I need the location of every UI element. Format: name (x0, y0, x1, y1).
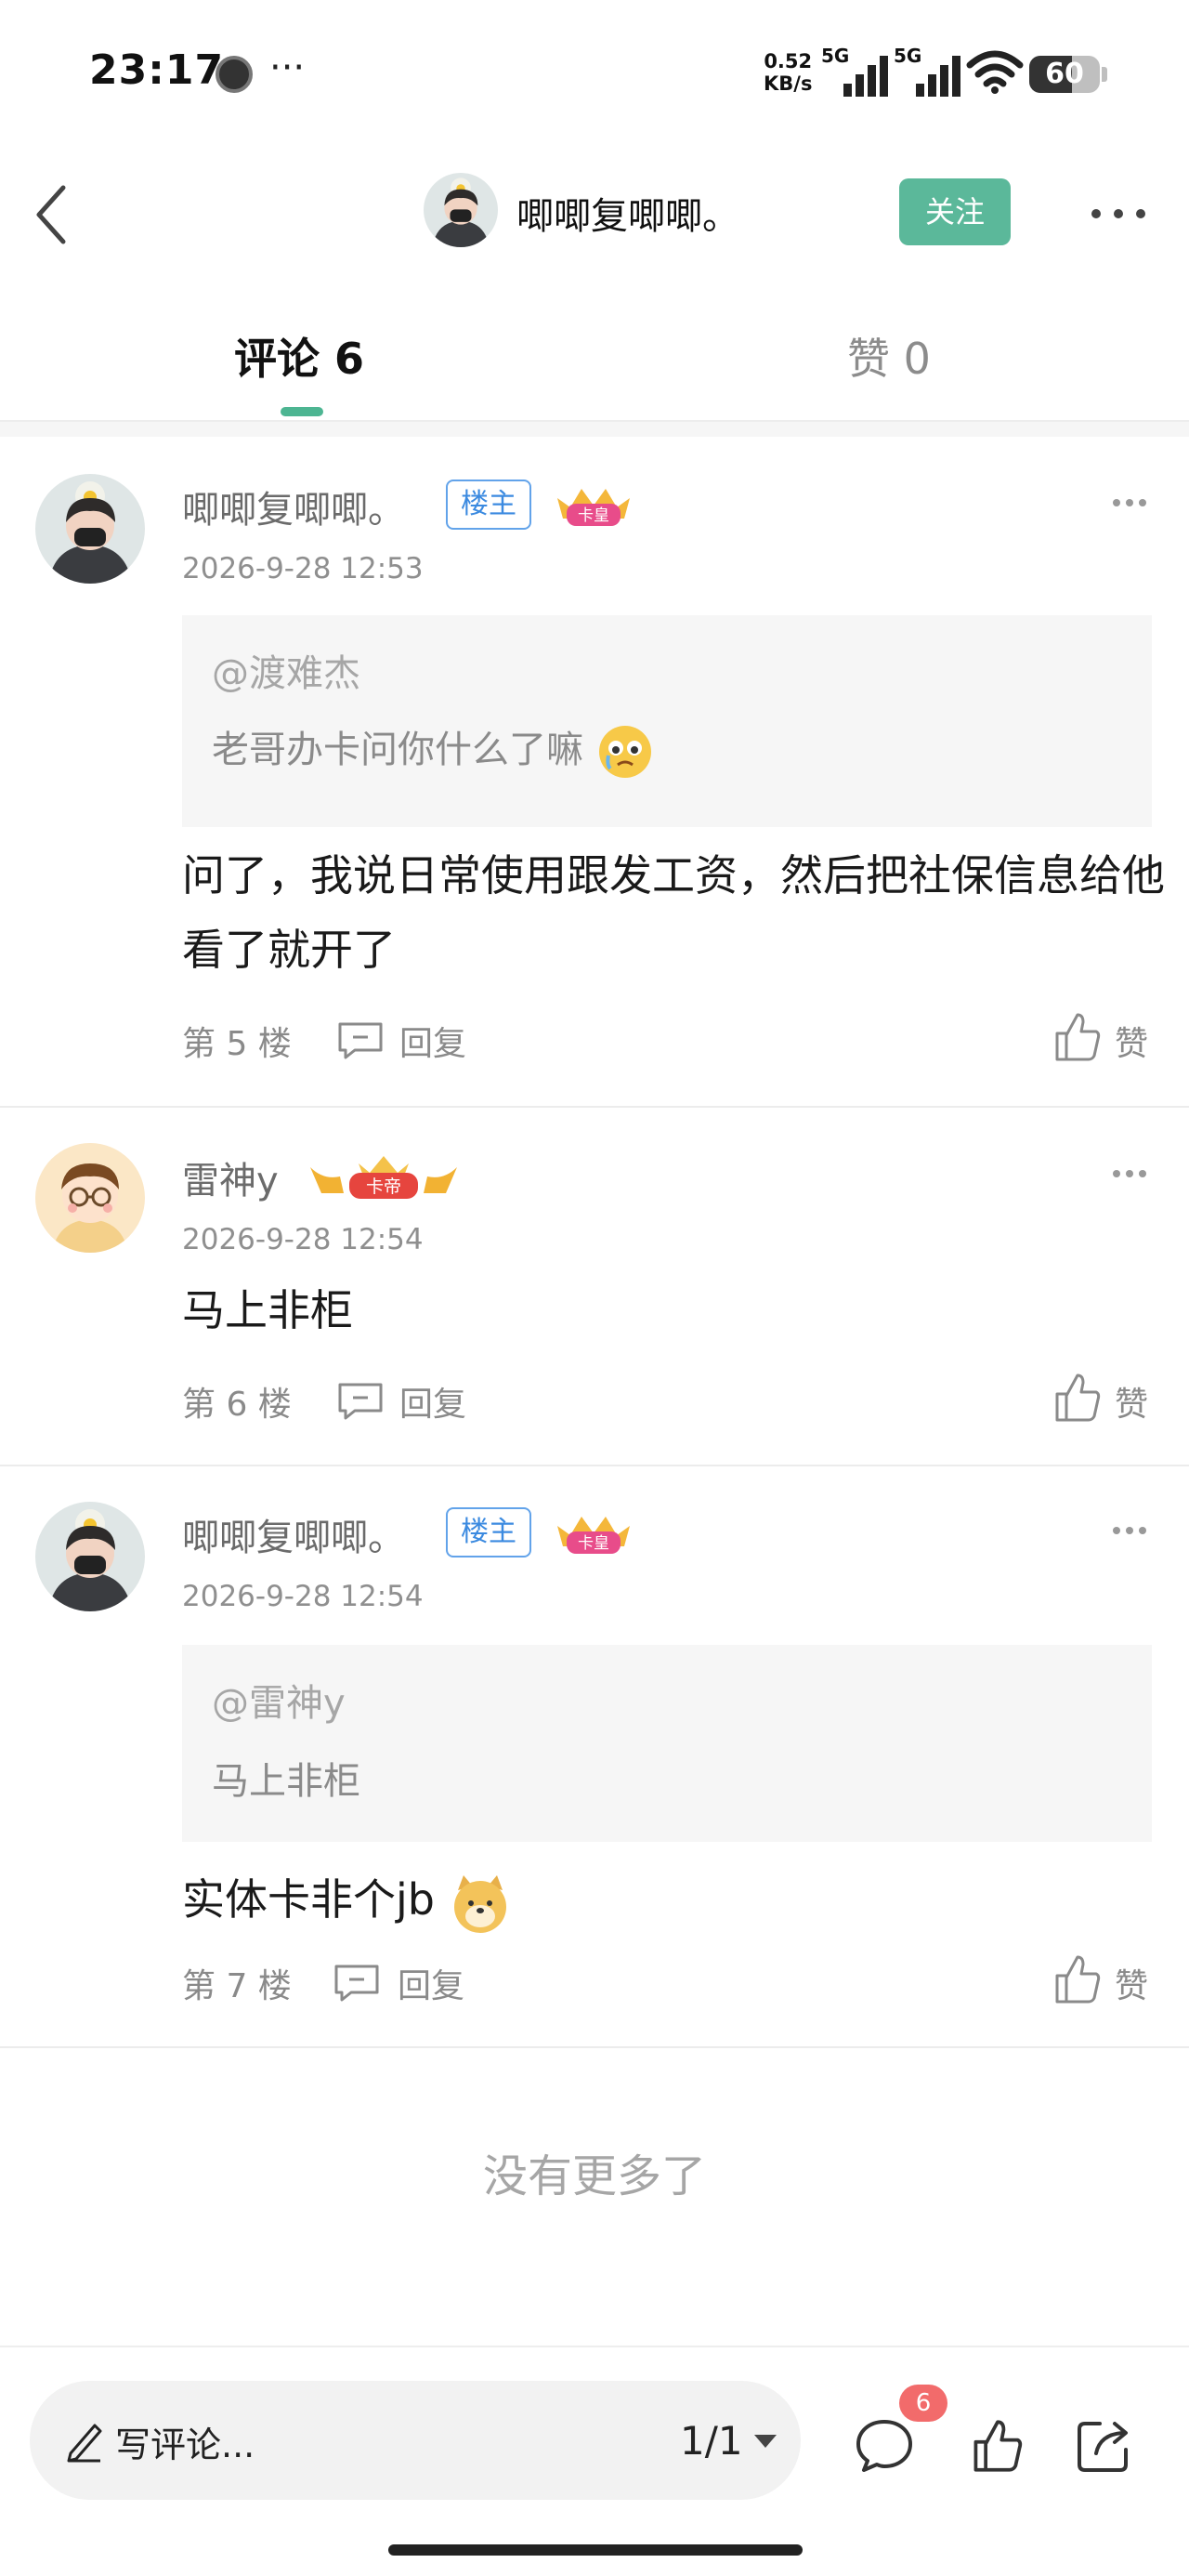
comment-item: 唧唧复唧唧。 楼主 卡皇 2026-9-28 12:54 @雷神y 马上非柜 实… (0, 1466, 1189, 2048)
avatar[interactable] (35, 474, 145, 584)
quoted-reply: @渡难杰 老哥办卡问你什么了嘛 (182, 615, 1152, 827)
crown-badge-icon: 卡皇 (557, 489, 630, 526)
level-badge-label: 卡皇 (578, 1534, 609, 1553)
comment-time: 2026-9-28 12:53 (182, 552, 424, 585)
quoted-text: 马上非柜 (212, 1760, 360, 1803)
comment-body: 问了，我说日常使用跟发工资，然后把社保信息给他看了就开了 (182, 850, 1165, 975)
comment-author[interactable]: 唧唧复唧唧。 (182, 1507, 405, 1561)
quoted-user[interactable]: @渡难杰 (212, 643, 360, 697)
doge-emoji-icon (453, 1874, 506, 1933)
page-indicator[interactable]: 1/1 (680, 2418, 743, 2464)
comment-author[interactable]: 唧唧复唧唧。 (182, 480, 405, 533)
net-speed-value: 0.52 (764, 50, 813, 72)
share-icon[interactable] (1074, 2416, 1133, 2476)
reply-button[interactable]: 回复 (399, 1377, 466, 1426)
crown-badge-icon: 卡帝 (310, 1156, 457, 1199)
wifi-icon (966, 50, 1024, 94)
status-bar: 23:17 ··· 0.52 KB/s 5G 5G 60 (0, 0, 1189, 139)
comment-item: 雷神y 卡帝 2026-9-28 12:54 马上非柜 第 6 楼 回复 赞 (0, 1108, 1189, 1466)
reply-button[interactable]: 回复 (398, 1959, 464, 2007)
floor-number: 第 7 楼 (182, 1967, 292, 2005)
author-name[interactable]: 唧唧复唧唧。 (516, 186, 739, 240)
quoted-text-content: 老哥办卡问你什么了嘛 (212, 729, 583, 771)
thumbs-up-icon[interactable] (970, 2418, 1026, 2474)
section-divider (0, 422, 1189, 437)
thumbs-up-icon[interactable] (1053, 1372, 1102, 1424)
comment-author[interactable]: 雷神y (182, 1150, 279, 1204)
status-more-dots: ··· (269, 46, 306, 89)
like-button[interactable]: 赞 (1115, 1959, 1148, 2007)
comment-item: 唧唧复唧唧。 楼主 卡皇 2026-9-28 12:53 @渡难杰 老哥办卡问你… (0, 437, 1189, 1108)
like-button[interactable]: 赞 (1115, 1017, 1148, 1065)
floor-number: 第 5 楼 (182, 1025, 292, 1063)
comment-body: 马上非柜 (182, 1285, 353, 1335)
level-badge-label: 卡皇 (578, 506, 609, 525)
level-badge-label: 卡帝 (366, 1176, 401, 1197)
comment-more-icon[interactable] (1111, 496, 1148, 509)
net-speed: 0.52 KB/s (764, 50, 812, 95)
battery-tip (1102, 67, 1107, 82)
comment-body: 实体卡非个jb (182, 1862, 1167, 1937)
write-comment-input[interactable]: 写评论... 1/1 (30, 2381, 801, 2500)
write-comment-placeholder: 写评论... (115, 2425, 255, 2465)
thumbs-up-icon[interactable] (1053, 1011, 1102, 1063)
floor-number: 第 6 楼 (182, 1386, 292, 1424)
like-button[interactable]: 赞 (1115, 1377, 1148, 1426)
op-badge: 楼主 (446, 480, 531, 530)
tab-likes[interactable]: 赞 0 (847, 325, 931, 387)
reply-button[interactable]: 回复 (399, 1017, 466, 1065)
bottom-action-bar: 写评论... 1/1 6 (0, 2346, 1189, 2576)
comment-bubble-icon[interactable] (855, 2418, 914, 2474)
comment-more-icon[interactable] (1111, 1524, 1148, 1537)
tab-comments[interactable]: 评论 6 (234, 325, 364, 387)
author-avatar[interactable] (424, 173, 498, 247)
comment-body-text: 实体卡非个jb (182, 1874, 435, 1925)
chevron-left-icon[interactable] (26, 182, 82, 247)
avatar[interactable] (35, 1143, 145, 1253)
battery-level: 60 (1045, 58, 1084, 90)
quoted-reply: @雷神y 马上非柜 (182, 1645, 1152, 1842)
clock-icon (216, 56, 253, 93)
end-of-list-text: 没有更多了 (482, 2150, 706, 2202)
comment-time: 2026-9-28 12:54 (182, 1223, 424, 1256)
quoted-user[interactable]: @雷神y (212, 1673, 346, 1727)
post-header: 唧唧复唧唧。 关注 (0, 158, 1189, 269)
caret-down-icon[interactable] (752, 2433, 778, 2450)
comment-count-badge: 6 (899, 2385, 947, 2422)
pen-icon (67, 2424, 102, 2463)
comment-time: 2026-9-28 12:54 (182, 1580, 424, 1613)
tab-bar: 评论 6 赞 0 (0, 307, 1189, 422)
thumbs-up-icon[interactable] (1053, 1953, 1102, 2005)
status-time: 23:17 (89, 46, 225, 94)
reply-icon[interactable] (336, 1381, 385, 1422)
quoted-text: 老哥办卡问你什么了嘛 (212, 719, 655, 782)
teary-face-emoji-icon (598, 726, 651, 778)
avatar[interactable] (35, 1502, 145, 1611)
tab-active-indicator (281, 407, 323, 416)
comment-more-icon[interactable] (1111, 1167, 1148, 1180)
reply-icon[interactable] (336, 1020, 385, 1061)
follow-button[interactable]: 关注 (899, 178, 1011, 245)
home-indicator[interactable] (388, 2544, 803, 2556)
op-badge: 楼主 (446, 1507, 531, 1557)
reply-icon[interactable] (333, 1963, 381, 2004)
more-dots-icon[interactable] (1085, 195, 1152, 232)
net-speed-unit: KB/s (764, 72, 813, 95)
battery-icon: 60 (1029, 56, 1100, 93)
crown-badge-icon: 卡皇 (557, 1517, 630, 1554)
